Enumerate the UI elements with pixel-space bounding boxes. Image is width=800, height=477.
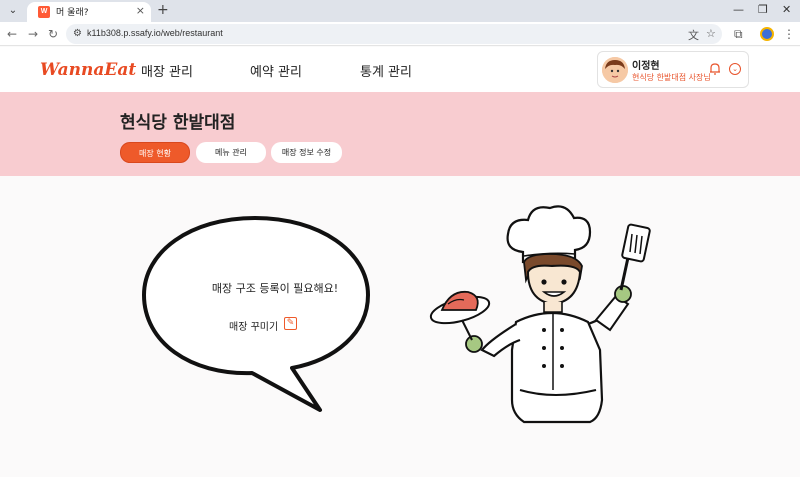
bell-icon[interactable] [709,62,721,78]
app-header: WannaEat 매장 관리 예약 관리 통계 관리 이정현 현식당 한밭대점 … [0,47,800,92]
tab-store-info-edit[interactable]: 매장 정보 수정 [271,142,342,163]
main-content [0,176,800,477]
forward-arrow-icon[interactable]: → [26,27,40,41]
site-settings-icon[interactable]: ⚙ [73,28,82,39]
translate-icon[interactable]: 文 [688,27,699,43]
browser-tab[interactable]: W 머 울래? × [27,2,151,22]
nav-reservation-management[interactable]: 예약 관리 [250,61,302,80]
decorate-store-link[interactable]: 매장 꾸미기 [229,318,278,333]
structure-required-message: 매장 구조 등록이 필요해요! [211,282,339,295]
minimize-icon[interactable]: — [733,3,744,16]
store-banner: 현식당 한밭대점 매장 현황 메뉴 관리 매장 정보 수정 [0,92,800,176]
more-menu-icon[interactable]: ⋮ [783,27,795,41]
nav-statistics-management[interactable]: 통계 관리 [360,61,412,80]
user-name: 이정현 [632,61,660,72]
chevron-down-icon[interactable]: ⌄ [729,63,741,75]
back-arrow-icon[interactable]: ← [5,27,19,41]
logo[interactable]: WannaEat [40,60,136,80]
star-icon[interactable]: ☆ [706,27,716,40]
extensions-icon[interactable]: ⧉ [734,27,743,42]
browser-toolbar: ← → ↻ ⚙ k11b308.p.ssafy.io/web/restauran… [0,22,800,46]
avatar [602,57,628,83]
speech-bubble [142,216,370,412]
nav-store-management[interactable]: 매장 관리 [141,61,193,80]
window-close-icon[interactable]: ✕ [782,3,791,16]
browser-tab-strip: ⌄ W 머 울래? × + — ❐ ✕ [0,0,800,22]
restore-icon[interactable]: ❐ [758,3,768,16]
tab-menu-management[interactable]: 메뉴 관리 [196,142,266,163]
tab-favicon: W [38,6,50,18]
tab-search-chevron-icon[interactable]: ⌄ [5,4,21,18]
plus-icon[interactable]: + [157,2,169,18]
reload-icon[interactable]: ↻ [46,27,60,41]
browser-profile-avatar[interactable] [760,27,774,41]
chef-illustration [429,205,651,424]
edit-icon[interactable]: ✎ [284,317,297,330]
url-text[interactable]: k11b308.p.ssafy.io/web/restaurant [87,28,223,38]
tab-store-status[interactable]: 매장 현황 [120,142,190,163]
user-profile-card[interactable]: 이정현 현식당 한밭대점 사장님 ⌄ [597,51,749,88]
page-title: 현식당 한밭대점 [120,113,236,133]
address-bar[interactable]: ⚙ k11b308.p.ssafy.io/web/restaurant 文 ☆ [66,24,722,44]
close-icon[interactable]: × [136,4,145,17]
tab-title: 머 울래? [56,8,89,18]
user-role: 현식당 한밭대점 사장님 [632,73,711,82]
